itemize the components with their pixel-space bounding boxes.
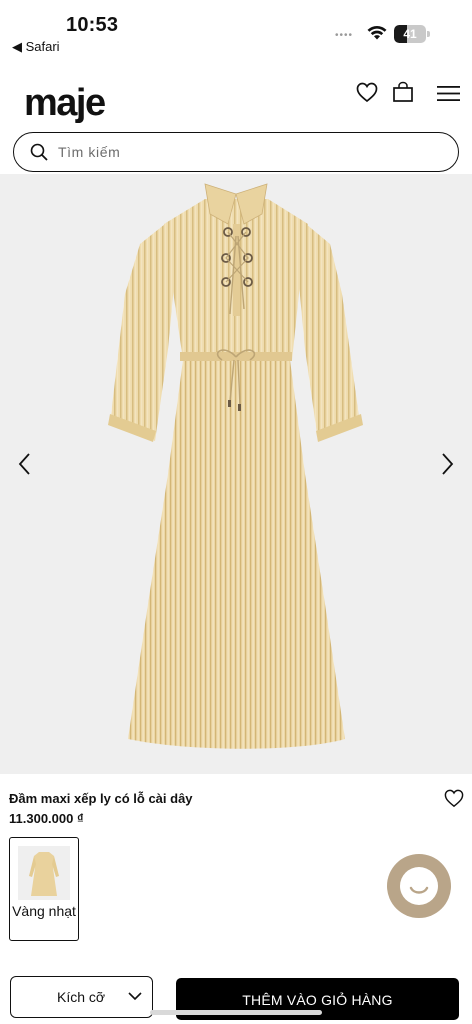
wishlist-heart-icon[interactable] <box>444 789 464 808</box>
search-input[interactable] <box>58 141 438 163</box>
back-to-safari-link[interactable]: ◀ Safari <box>12 39 60 55</box>
product-image-dress[interactable] <box>0 174 472 774</box>
color-swatch-thumbnail <box>18 846 70 900</box>
chevron-right-icon[interactable] <box>432 449 462 479</box>
battery-level: 41 <box>403 27 417 41</box>
search-icon <box>30 143 48 161</box>
heart-icon[interactable] <box>356 82 378 103</box>
product-image-gallery[interactable] <box>0 174 472 774</box>
search-bar[interactable] <box>13 132 459 172</box>
color-swatch-selected[interactable]: Vàng nhạt <box>9 837 79 941</box>
chat-smile-icon <box>400 867 438 905</box>
cellular-signal-icon: •••• <box>335 30 354 41</box>
menu-icon[interactable] <box>437 85 460 102</box>
size-select[interactable]: Kích cỡ <box>10 976 153 1018</box>
wifi-icon <box>367 25 387 40</box>
battery-icon: 41 <box>394 25 430 43</box>
chat-support-button[interactable] <box>387 854 451 918</box>
brand-logo[interactable]: maje <box>24 82 106 125</box>
product-price: 11.300.000 ₫ <box>9 811 84 826</box>
chevron-down-icon <box>128 992 142 1001</box>
home-indicator[interactable] <box>150 1010 322 1015</box>
size-select-label: Kích cỡ <box>57 989 106 1005</box>
shopping-bag-icon[interactable] <box>392 81 414 103</box>
product-title: Đầm maxi xếp ly có lỗ cài dây <box>9 791 193 806</box>
status-bar: 10:53 ◀ Safari •••• 41 <box>0 0 472 60</box>
color-swatch-label: Vàng nhạt <box>12 903 76 919</box>
chevron-left-icon[interactable] <box>10 449 40 479</box>
clock: 10:53 <box>66 14 119 36</box>
